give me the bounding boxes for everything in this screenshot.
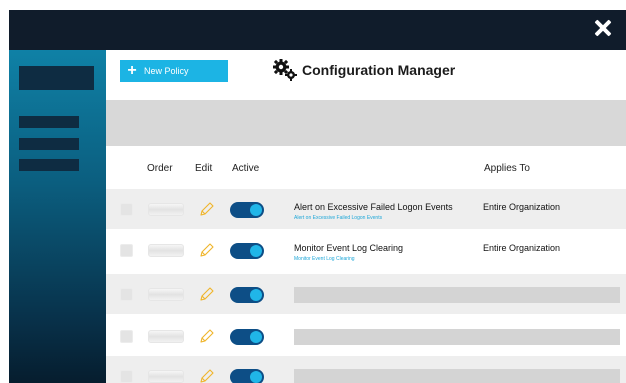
pencil-icon[interactable] — [198, 367, 216, 383]
policy-subtitle: Alert on Excessive Failed Logon Events — [294, 215, 383, 221]
active-toggle[interactable] — [230, 287, 264, 303]
policy-applies-to: Entire Organization — [483, 243, 561, 253]
policy-name[interactable]: Monitor Event Log Clearing — [294, 243, 403, 253]
order-handle[interactable] — [148, 330, 184, 343]
active-toggle[interactable] — [230, 202, 264, 218]
row-checkbox[interactable] — [120, 370, 133, 383]
toggle-knob — [250, 245, 262, 257]
new-policy-label: New Policy — [144, 66, 189, 76]
gears-icon — [273, 59, 297, 81]
page-title-text: Configuration Manager — [302, 62, 456, 78]
sidebar-item[interactable] — [19, 138, 79, 150]
page-title: Configuration Manager — [272, 58, 455, 82]
pencil-icon[interactable] — [198, 241, 216, 259]
toggle-knob — [250, 289, 262, 301]
table-row[interactable] — [106, 316, 626, 356]
order-handle[interactable] — [148, 288, 184, 301]
sidebar-logo-placeholder — [19, 66, 94, 90]
column-header-active: Active — [232, 163, 260, 174]
row-checkbox[interactable] — [120, 203, 133, 216]
order-handle[interactable] — [148, 244, 184, 257]
toggle-knob — [250, 204, 262, 216]
sidebar — [9, 50, 106, 383]
modal-window: + New Policy Configuration Manager Order… — [9, 10, 626, 383]
close-icon[interactable] — [594, 19, 612, 37]
policy-placeholder — [294, 329, 620, 345]
column-header-edit: Edit — [195, 163, 213, 174]
order-handle[interactable] — [148, 203, 184, 216]
active-toggle[interactable] — [230, 369, 264, 383]
policy-placeholder — [294, 369, 620, 383]
column-header-order: Order — [147, 163, 173, 174]
policy-name[interactable]: Alert on Excessive Failed Logon Events — [294, 202, 453, 212]
pencil-icon[interactable] — [198, 200, 216, 218]
new-policy-button[interactable]: + New Policy — [120, 60, 228, 82]
toggle-knob — [250, 331, 262, 343]
policy-subtitle: Monitor Event Log Clearing — [294, 256, 355, 262]
order-handle[interactable] — [148, 370, 184, 383]
main-panel: + New Policy Configuration Manager Order… — [106, 50, 626, 383]
table-row[interactable]: Monitor Event Log Clearing Monitor Event… — [106, 230, 626, 270]
table-row[interactable]: Alert on Excessive Failed Logon Events A… — [106, 189, 626, 229]
plus-icon: + — [127, 62, 137, 79]
column-header-applies-to: Applies To — [484, 163, 530, 174]
policy-placeholder — [294, 287, 620, 303]
pencil-icon[interactable] — [198, 327, 216, 345]
table-row[interactable] — [106, 274, 626, 314]
toggle-knob — [250, 371, 262, 383]
row-checkbox[interactable] — [120, 288, 133, 301]
sidebar-item[interactable] — [19, 159, 79, 171]
sidebar-item[interactable] — [19, 116, 79, 128]
row-checkbox[interactable] — [120, 244, 133, 257]
banner-placeholder — [106, 100, 626, 146]
row-checkbox[interactable] — [120, 330, 133, 343]
table-row[interactable] — [106, 356, 626, 383]
policy-applies-to: Entire Organization — [483, 202, 561, 212]
pencil-icon[interactable] — [198, 285, 216, 303]
active-toggle[interactable] — [230, 243, 264, 259]
title-bar — [9, 10, 626, 50]
active-toggle[interactable] — [230, 329, 264, 345]
